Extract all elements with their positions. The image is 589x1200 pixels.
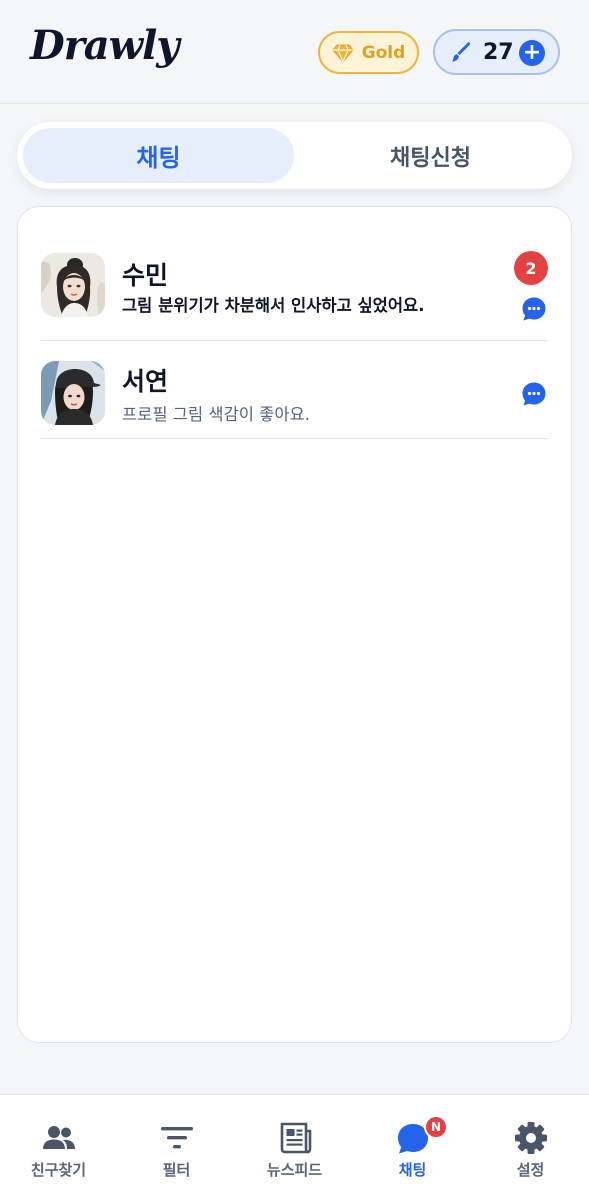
- chat-name: 수민: [122, 261, 169, 290]
- chat-list-item[interactable]: 수민 그림 분위기가 차분해서 인사하고 싶었어요. 2: [41, 237, 548, 341]
- gold-membership-badge[interactable]: Gold: [318, 31, 419, 74]
- people-icon: [42, 1126, 75, 1149]
- app-header: Drawly Gold 27 +: [0, 0, 589, 104]
- nav-item-settings[interactable]: 설정: [472, 1095, 589, 1200]
- nav-item-filter[interactable]: 필터: [118, 1095, 235, 1200]
- chat-bubble-icon[interactable]: [521, 381, 547, 407]
- membership-label: Gold: [361, 42, 406, 63]
- app-logo: Drawly: [30, 22, 180, 69]
- brush-icon: [452, 42, 471, 62]
- bottom-navigation: 친구찾기 필터 뉴스피드 N 채팅 설정: [0, 1094, 589, 1200]
- chat-list: 수민 그림 분위기가 차분해서 인사하고 싶었어요. 2 서연 프로필 그림 색…: [17, 206, 572, 1043]
- avatar: [41, 361, 105, 425]
- diamond-icon: [332, 44, 354, 63]
- nav-item-newsfeed[interactable]: 뉴스피드: [236, 1095, 353, 1200]
- nav-item-find-friends[interactable]: 친구찾기: [0, 1095, 117, 1200]
- chat-bubble-icon[interactable]: [521, 296, 547, 322]
- chat-preview: 프로필 그림 색감이 좋아요.: [122, 405, 310, 424]
- add-brush-button[interactable]: +: [519, 40, 545, 66]
- nav-label: 뉴스피드: [266, 1161, 323, 1179]
- nav-label: 친구찾기: [30, 1161, 87, 1179]
- brush-count: 27: [483, 39, 514, 65]
- nav-item-chat[interactable]: N 채팅: [354, 1095, 471, 1200]
- unread-count-badge: 2: [514, 251, 548, 285]
- nav-label: 필터: [162, 1161, 191, 1179]
- nav-label: 설정: [516, 1161, 545, 1179]
- gear-icon: [514, 1122, 547, 1154]
- chat-list-item[interactable]: 서연 프로필 그림 색감이 좋아요.: [41, 341, 548, 439]
- tab-chat-requests[interactable]: 채팅신청: [295, 128, 566, 183]
- newspaper-icon: [280, 1122, 311, 1154]
- new-badge: N: [424, 1115, 448, 1139]
- nav-label: 채팅: [398, 1161, 427, 1179]
- filter-icon: [160, 1127, 193, 1149]
- tab-chat[interactable]: 채팅: [23, 128, 294, 183]
- avatar: [41, 253, 105, 317]
- chat-preview: 그림 분위기가 차분해서 인사하고 싶었어요.: [122, 296, 425, 315]
- chat-tabs: 채팅 채팅신청: [17, 122, 572, 189]
- brush-counter[interactable]: 27 +: [433, 29, 560, 75]
- chat-name: 서연: [122, 367, 169, 396]
